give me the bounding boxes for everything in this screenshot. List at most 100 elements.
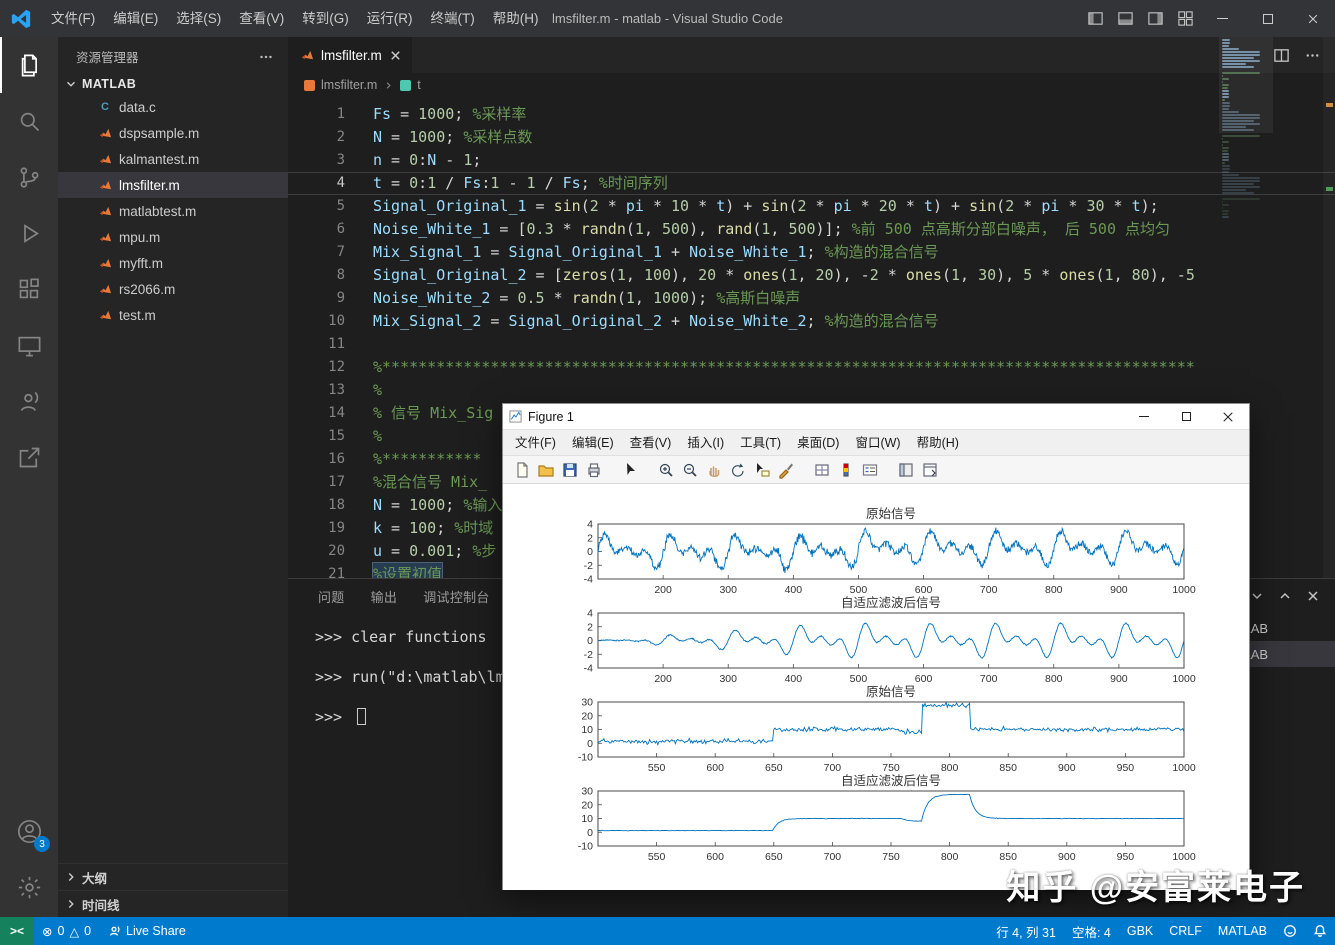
figure-menu-item[interactable]: 窗口(W) [847, 430, 908, 456]
code-line[interactable]: 6 Noise_White_1 = [0.3 * randn(1, 500), r… [288, 218, 1335, 241]
menu-item[interactable]: 选择(S) [167, 0, 230, 37]
menu-item[interactable]: 编辑(E) [104, 0, 167, 37]
activity-share[interactable] [0, 429, 58, 485]
breadcrumb[interactable]: lmsfilter.m t [288, 73, 1335, 97]
menu-item[interactable]: 帮助(H) [484, 0, 548, 37]
split-editor-icon[interactable] [1273, 47, 1290, 64]
show-plot-tools-icon[interactable] [895, 459, 917, 481]
code-line[interactable]: 12 %*************************************… [288, 356, 1335, 379]
layout-sidebar-icon[interactable] [1080, 0, 1110, 37]
remote-indicator[interactable]: >< [0, 917, 34, 945]
figure-close-button[interactable] [1207, 404, 1249, 429]
figure-menu-item[interactable]: 工具(T) [732, 430, 789, 456]
indent-status[interactable]: 空格: 4 [1064, 917, 1119, 945]
panel-tab-调试控制台[interactable]: 调试控制台 [423, 587, 490, 606]
code-line[interactable]: 4 t = 0:1 / Fs:1 - 1 / Fs; %时间序列 [288, 172, 1335, 195]
file-myfft.m[interactable]: myfft.m [58, 250, 288, 276]
maximize-button[interactable] [1245, 0, 1290, 37]
activity-settings[interactable] [0, 859, 58, 915]
code-line[interactable]: 8 Signal_Original_2 = [zeros(1, 100), 20 … [288, 264, 1335, 287]
code-line[interactable]: 5 Signal_Original_1 = sin(2 * pi * 10 * t… [288, 195, 1335, 218]
figure-minimize-button[interactable] [1123, 404, 1165, 429]
section-matlab[interactable]: MATLAB [58, 74, 288, 94]
file-kalmantest.m[interactable]: kalmantest.m [58, 146, 288, 172]
figure-title-bar[interactable]: Figure 1 [503, 404, 1249, 430]
customize-layout-icon[interactable] [1170, 0, 1200, 37]
figure-menu-item[interactable]: 帮助(H) [909, 430, 967, 456]
panel-maximize-icon[interactable] [1277, 588, 1293, 604]
pan-icon[interactable] [703, 459, 725, 481]
file-data.c[interactable]: Cdata.c [58, 94, 288, 120]
rotate-3d-icon[interactable] [727, 459, 749, 481]
dock-figure-icon[interactable] [919, 459, 941, 481]
sidebar-more-icon[interactable] [258, 49, 274, 65]
menu-item[interactable]: 运行(R) [358, 0, 422, 37]
menu-item[interactable]: 转到(G) [293, 0, 358, 37]
code-line[interactable]: 11 [288, 333, 1335, 356]
figure-menu-item[interactable]: 编辑(E) [564, 430, 622, 456]
file-rs2066.m[interactable]: rs2066.m [58, 276, 288, 302]
feedback-icon[interactable] [1275, 917, 1305, 945]
layout-secondary-sidebar-icon[interactable] [1140, 0, 1170, 37]
tab-close-icon[interactable] [389, 49, 402, 62]
editor-more-icon[interactable] [1304, 47, 1321, 64]
zoom-in-icon[interactable] [655, 459, 677, 481]
code-line[interactable]: 9 Noise_White_2 = 0.5 * randn(1, 1000); %… [288, 287, 1335, 310]
menu-item[interactable]: 文件(F) [42, 0, 104, 37]
file-mpu.m[interactable]: mpu.m [58, 224, 288, 250]
title-bar[interactable]: 文件(F) 编辑(E) 选择(S) 查看(V) 转到(G) 运行(R) 终端(T) 帮助(H)… [0, 0, 1335, 37]
live-share-status[interactable]: Live Share [99, 917, 194, 945]
open-file-icon[interactable] [535, 459, 557, 481]
brush-icon[interactable] [775, 459, 797, 481]
code-line[interactable]: 10 Mix_Signal_2 = Signal_Original_2 + Noi… [288, 310, 1335, 333]
menu-item[interactable]: 终端(T) [422, 0, 484, 37]
figure-menu-item[interactable]: 查看(V) [622, 430, 680, 456]
figure-maximize-button[interactable] [1165, 404, 1207, 429]
layout-panel-icon[interactable] [1110, 0, 1140, 37]
print-figure-icon[interactable] [583, 459, 605, 481]
encoding-status[interactable]: GBK [1119, 917, 1161, 945]
code-line[interactable]: 7 Mix_Signal_1 = Signal_Original_1 + Nois… [288, 241, 1335, 264]
eol-status[interactable]: CRLF [1161, 917, 1210, 945]
file-lmsfilter.m[interactable]: lmsfilter.m [58, 172, 288, 198]
code-line[interactable]: 2 N = 1000; %采样点数 [288, 126, 1335, 149]
activity-live-share[interactable] [0, 373, 58, 429]
code-line[interactable]: 1 Fs = 1000; %采样率 [288, 103, 1335, 126]
problems-status[interactable]: ⊗ 0 △ 0 [34, 917, 99, 945]
tab-lmsfilter[interactable]: lmsfilter.m [288, 37, 413, 73]
timeline-section[interactable]: 时间线 [58, 890, 288, 917]
figure-menu-item[interactable]: 桌面(D) [789, 430, 847, 456]
panel-tab-问题[interactable]: 问题 [318, 587, 345, 606]
new-file-icon[interactable] [511, 459, 533, 481]
activity-remote-explorer[interactable] [0, 317, 58, 373]
activity-source-control[interactable] [0, 149, 58, 205]
file-test.m[interactable]: test.m [58, 302, 288, 328]
notifications-bell-icon[interactable] [1305, 917, 1335, 945]
data-cursor-icon[interactable] [751, 459, 773, 481]
overview-ruler[interactable] [1323, 37, 1335, 578]
minimap[interactable] [1222, 39, 1262, 219]
insert-legend-icon[interactable] [859, 459, 881, 481]
code-line[interactable]: 13% [288, 379, 1335, 402]
activity-search[interactable] [0, 93, 58, 149]
figure-menu-item[interactable]: 插入(I) [679, 430, 732, 456]
panel-close-icon[interactable] [1305, 588, 1321, 604]
file-matlabtest.m[interactable]: matlabtest.m [58, 198, 288, 224]
link-plot-icon[interactable] [811, 459, 833, 481]
language-status[interactable]: MATLAB [1210, 917, 1275, 945]
activity-account[interactable]: 3 [0, 803, 58, 859]
pointer-icon[interactable] [619, 459, 641, 481]
figure-window[interactable]: Figure 1 文件(F) 编辑(E) 查看(V) 插入(I) 工具(T) 桌面(D) 窗… [502, 403, 1250, 890]
zoom-out-icon[interactable] [679, 459, 701, 481]
activity-explorer[interactable] [0, 37, 58, 93]
panel-chevron-down-icon[interactable] [1249, 588, 1265, 604]
panel-tab-输出[interactable]: 输出 [371, 587, 398, 606]
save-figure-icon[interactable] [559, 459, 581, 481]
insert-colorbar-icon[interactable] [835, 459, 857, 481]
figure-menu-item[interactable]: 文件(F) [507, 430, 564, 456]
minimize-button[interactable] [1200, 0, 1245, 37]
file-dspsample.m[interactable]: dspsample.m [58, 120, 288, 146]
line-col-status[interactable]: 行 4, 列 31 [988, 917, 1064, 945]
code-line[interactable]: 3 n = 0:N - 1; [288, 149, 1335, 172]
close-button[interactable] [1290, 0, 1335, 37]
